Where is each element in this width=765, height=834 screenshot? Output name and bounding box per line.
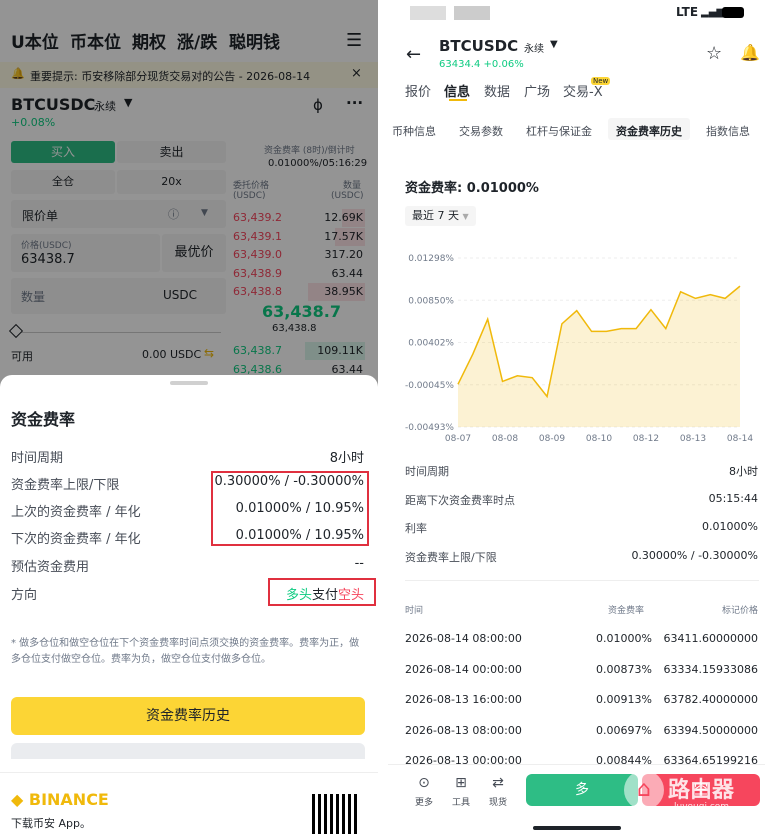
funding-analysis-button[interactable] — [11, 743, 365, 759]
row-time: 2026-08-14 08:00:00 — [405, 632, 522, 645]
tab-quote[interactable]: 报价 — [405, 81, 431, 100]
highlight-box — [268, 578, 376, 606]
battery-icon — [722, 7, 744, 18]
row-mark: 63782.40000000 — [663, 693, 758, 706]
symbol-name[interactable]: BTCUSDC — [439, 37, 518, 55]
y-tick-label: 0.00402% — [408, 339, 454, 349]
long-button[interactable]: 多 — [526, 774, 638, 806]
tab-data[interactable]: 数据 — [484, 81, 510, 100]
row-label: 预估资金费用 — [11, 560, 90, 575]
home-indicator — [533, 826, 621, 830]
more-icon[interactable]: ⊙ — [409, 775, 439, 791]
info-label: 时间周期 — [405, 465, 449, 478]
row-time: 2026-08-14 00:00:00 — [405, 662, 522, 676]
area-fill — [458, 286, 740, 427]
funding-title: 资金费率: 0.01000% — [405, 181, 539, 196]
signal-icon: ▂▄▆ — [701, 7, 725, 18]
row-value: 8小时 — [329, 451, 364, 466]
more-label[interactable]: 更多 — [409, 795, 439, 808]
tools-icon[interactable]: ⊞ — [446, 775, 476, 791]
spot-label[interactable]: 现货 — [483, 795, 513, 808]
tab-info[interactable]: 信息 — [444, 81, 470, 100]
panel-divider — [378, 0, 388, 834]
tab-square[interactable]: 广场 — [524, 81, 550, 100]
x-tick-label: 08-07 — [445, 434, 471, 444]
info-label: 资金费率上限/下限 — [405, 551, 497, 564]
chevron-down-icon[interactable]: ▼ — [550, 39, 558, 50]
subtab-leverage[interactable]: 杠杆与保证金 — [526, 123, 592, 139]
row-rate: 0.00697% — [596, 723, 652, 737]
router-logo-icon: ⌂ — [624, 770, 664, 810]
info-value: 0.30000% / -0.30000% — [631, 549, 758, 562]
back-arrow-icon[interactable]: ← — [406, 44, 421, 65]
funding-rate-chart: 0.01298% 0.00850% 0.00402% -0.00045% -0.0049… — [405, 254, 753, 444]
sheet-title: 资金费率 — [11, 410, 76, 429]
info-value: 05:15:44 — [708, 492, 758, 505]
x-tick-label: 08-09 — [539, 434, 565, 444]
row-value: -- — [354, 556, 364, 571]
info-value: 0.01000% — [702, 520, 758, 533]
row-mark: 63394.50000000 — [663, 723, 758, 737]
y-tick-label: 0.00850% — [408, 296, 454, 306]
header-price: 63434.4 +0.06% — [439, 59, 524, 70]
subtab-index-info[interactable]: 指数信息 — [706, 123, 750, 139]
tab-indicator — [449, 99, 467, 101]
x-tick-label: 08-08 — [492, 434, 518, 444]
x-tick-label: 08-14 — [727, 434, 753, 444]
subtab-coin-info[interactable]: 币种信息 — [392, 123, 436, 139]
contract-type: 永续 — [524, 44, 544, 55]
watermark-text: 路由器 — [668, 778, 735, 803]
x-tick-label: 08-13 — [680, 434, 706, 444]
info-value: 8小时 — [729, 465, 758, 478]
col-time-header: 时间 — [405, 606, 424, 616]
watermark-url: luyouqi.com — [674, 802, 730, 812]
row-time: 2026-08-13 08:00:00 — [405, 723, 522, 737]
right-screenshot: LTE ▂▄▆ ← BTCUSDC 永续 ▼ 63434.4 +0.06% ☆ … — [388, 0, 765, 834]
drag-handle[interactable] — [170, 381, 208, 385]
row-label: 下次的资金费率 / 年化 — [11, 532, 141, 547]
highlight-box — [211, 471, 369, 546]
network-status: LTE — [676, 5, 699, 19]
qr-code-icon — [312, 794, 358, 834]
tools-label[interactable]: 工具 — [446, 795, 476, 808]
divider — [405, 580, 759, 581]
row-rate: 0.00913% — [596, 693, 652, 706]
spot-icon[interactable]: ⇄ — [483, 775, 513, 791]
direction-label: 方向 — [11, 588, 38, 603]
subtab-funding-history[interactable]: 资金费率历史 — [616, 123, 682, 139]
left-screenshot: U本位 币本位 期权 涨/跌 聪明钱 ☰ 🔔 重要提示: 币安移除部分现货交易对… — [0, 0, 378, 834]
row-rate: 0.00873% — [596, 662, 652, 676]
blurred-status — [454, 6, 490, 20]
row-label: 资金费率上限/下限 — [11, 478, 120, 493]
sheet-note: * 做多仓位和做空仓位在下个资金费率时间点须交换的资金费率。费率为正，做多仓位支… — [11, 638, 360, 665]
y-tick-label: -0.00045% — [405, 381, 454, 391]
funding-history-button[interactable]: 资金费率历史 — [11, 697, 365, 735]
star-icon[interactable]: ☆ — [706, 43, 722, 64]
row-mark: 63411.60000000 — [663, 632, 758, 645]
info-label: 距离下次资金费率时点 — [405, 494, 515, 507]
col-mark-header: 标记价格 — [722, 606, 759, 616]
row-time: 2026-08-13 16:00:00 — [405, 693, 522, 706]
bell-icon[interactable]: 🔔 — [740, 43, 760, 62]
footer-text: 下载币安 App。 — [11, 817, 91, 830]
y-tick-label: -0.00493% — [405, 423, 454, 433]
row-label: 上次的资金费率 / 年化 — [11, 505, 141, 520]
row-rate: 0.01000% — [596, 632, 652, 645]
x-tick-label: 08-12 — [633, 434, 659, 444]
row-mark: 63334.15933086 — [663, 662, 758, 676]
y-tick-label: 0.01298% — [408, 254, 454, 264]
range-select[interactable]: 最近 7 天 ▼ — [405, 206, 476, 226]
blurred-time — [410, 6, 446, 20]
col-rate-header: 资金费率 — [608, 606, 645, 616]
row-label: 时间周期 — [11, 451, 64, 466]
binance-logo: ◆ BINANCE — [11, 790, 109, 809]
subtab-trade-params[interactable]: 交易参数 — [459, 123, 503, 139]
x-tick-label: 08-10 — [586, 434, 612, 444]
chevron-down-icon: ▼ — [462, 212, 469, 221]
info-label: 利率 — [405, 522, 427, 535]
new-badge: New — [591, 77, 611, 85]
